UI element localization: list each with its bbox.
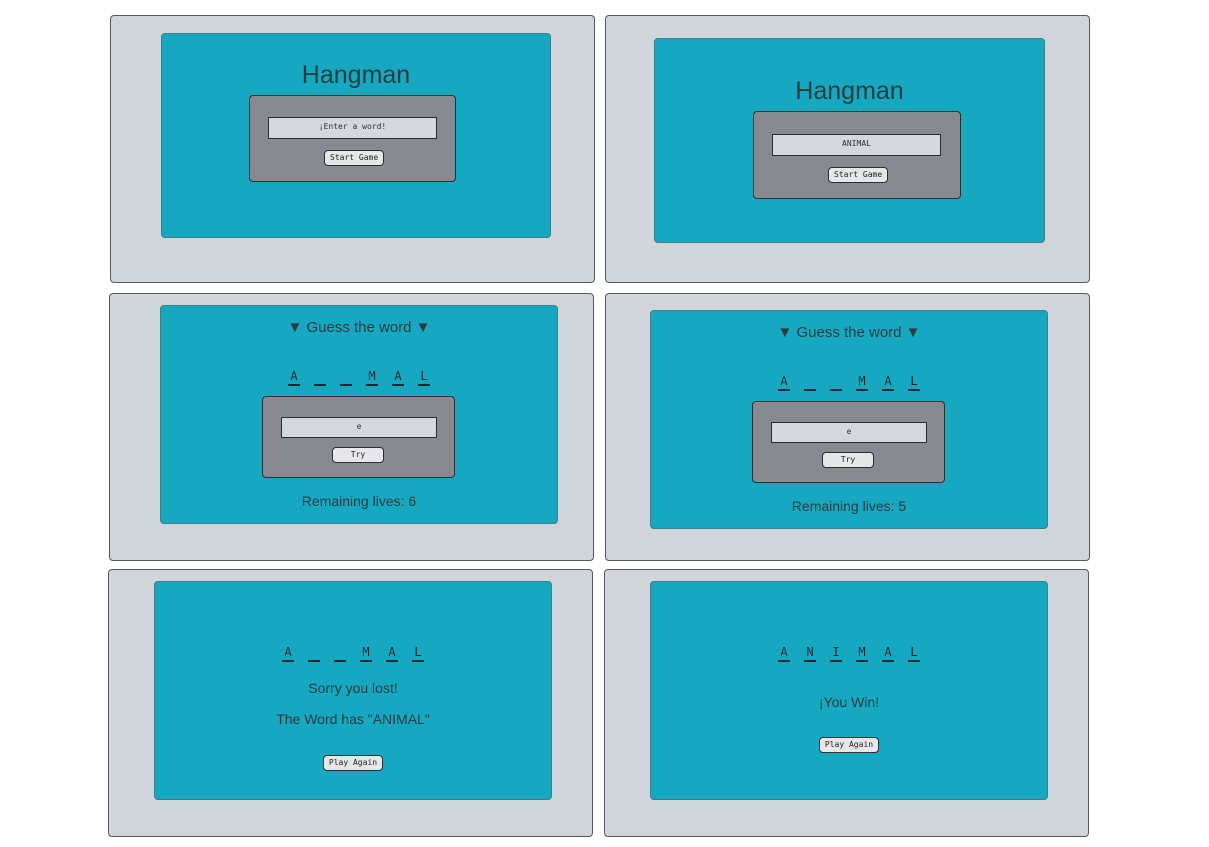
- game-card-guess: ▼ Guess the word ▼ A M A L e Try Remaini…: [160, 305, 558, 524]
- letter-slot: [308, 645, 320, 662]
- remaining-lives: Remaining lives: 6: [301, 493, 417, 509]
- screen-frame-4: ▼ Guess the word ▼ A M A L e Try Remaini…: [605, 293, 1090, 561]
- game-card-guess: ▼ Guess the word ▼ A M A L e Try Remaini…: [650, 310, 1048, 529]
- screen-frame-6: A N I M A L ¡You Win! Play Again: [604, 569, 1089, 837]
- letter-slot: [340, 369, 352, 386]
- guess-input[interactable]: e: [771, 422, 927, 443]
- word-letters: A M A L: [651, 374, 1047, 391]
- letter-slot: A: [778, 645, 790, 662]
- letter-slot: A: [882, 374, 894, 391]
- screen-frame-1: Hangman ¡Enter a word! Start Game: [110, 15, 595, 283]
- remaining-lives: Remaining lives: 5: [791, 498, 907, 514]
- guess-panel: e Try: [752, 401, 945, 483]
- letter-slot: M: [856, 645, 868, 662]
- word-letters: A N I M A L: [651, 645, 1047, 662]
- letter-slot: M: [360, 645, 372, 662]
- letter-slot: A: [882, 645, 894, 662]
- win-message: ¡You Win!: [818, 694, 880, 710]
- letter-slot: A: [288, 369, 300, 386]
- game-card-start: Hangman ANIMAL Start Game: [654, 38, 1045, 243]
- letter-slot: M: [856, 374, 868, 391]
- start-panel: ¡Enter a word! Start Game: [249, 95, 456, 182]
- try-button[interactable]: Try: [822, 452, 874, 468]
- letter-slot: L: [412, 645, 424, 662]
- word-letters: A M A L: [155, 645, 551, 662]
- play-again-row: Play Again: [651, 734, 1047, 753]
- screen-frame-5: A M A L Sorry you lost! The Word has "AN…: [108, 569, 593, 837]
- play-again-button[interactable]: Play Again: [818, 737, 880, 753]
- letter-slot: [804, 374, 816, 391]
- start-game-button[interactable]: Start Game: [324, 150, 385, 166]
- guess-heading: ▼ Guess the word ▼: [287, 319, 431, 336]
- guess-input[interactable]: e: [281, 417, 437, 438]
- guess-heading: ▼ Guess the word ▼: [777, 324, 921, 341]
- play-again-row: Play Again: [155, 752, 551, 771]
- letter-slot: M: [366, 369, 378, 386]
- word-letters: A M A L: [161, 369, 557, 386]
- lost-message: Sorry you lost!: [308, 680, 398, 696]
- start-game-button[interactable]: Start Game: [828, 167, 889, 183]
- letter-slot: A: [386, 645, 398, 662]
- letter-slot: A: [778, 374, 790, 391]
- guess-panel: e Try: [262, 396, 455, 478]
- letter-slot: L: [908, 374, 920, 391]
- letter-slot: L: [418, 369, 430, 386]
- letter-slot: A: [282, 645, 294, 662]
- start-panel: ANIMAL Start Game: [753, 111, 961, 199]
- game-card-lost: A M A L Sorry you lost! The Word has "AN…: [154, 581, 552, 800]
- game-title: Hangman: [795, 77, 904, 105]
- letter-slot: L: [908, 645, 920, 662]
- letter-slot: [830, 374, 842, 391]
- game-title: Hangman: [301, 61, 411, 89]
- game-card-start: Hangman ¡Enter a word! Start Game: [161, 33, 551, 238]
- word-input[interactable]: ANIMAL: [772, 134, 941, 156]
- game-card-win: A N I M A L ¡You Win! Play Again: [650, 581, 1048, 800]
- try-button[interactable]: Try: [332, 447, 384, 463]
- word-reveal: The Word has "ANIMAL": [276, 711, 430, 727]
- letter-slot: [314, 369, 326, 386]
- letter-slot: [334, 645, 346, 662]
- letter-slot: N: [804, 645, 816, 662]
- screen-frame-2: Hangman ANIMAL Start Game: [605, 15, 1090, 283]
- letter-slot: A: [392, 369, 404, 386]
- play-again-button[interactable]: Play Again: [322, 755, 384, 771]
- letter-slot: I: [830, 645, 842, 662]
- screen-frame-3: ▼ Guess the word ▼ A M A L e Try Remaini…: [109, 293, 594, 561]
- word-input[interactable]: ¡Enter a word!: [268, 117, 437, 139]
